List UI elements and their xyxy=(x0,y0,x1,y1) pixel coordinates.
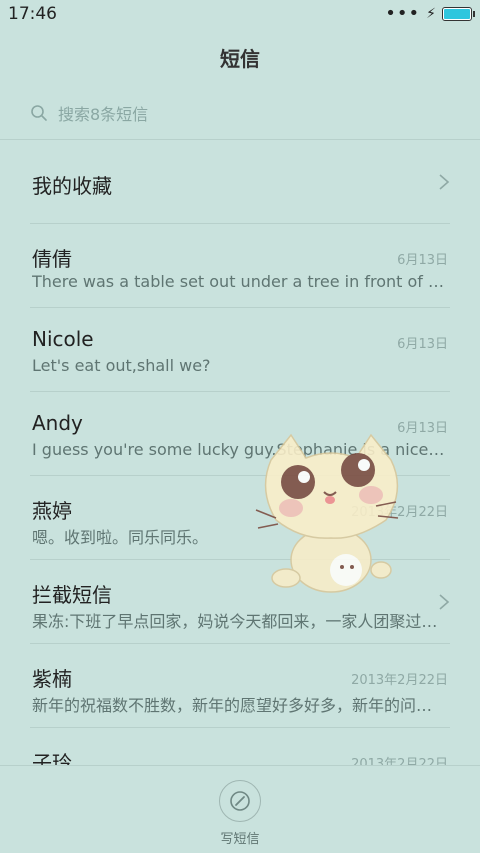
message-preview: Let's eat out,shall we? xyxy=(32,356,211,375)
message-preview: 新年的祝福数不胜数，新年的愿望好多好多，新年的问候… xyxy=(32,696,447,715)
compose-button[interactable] xyxy=(219,780,261,822)
contact-name: 倩倩 xyxy=(32,247,72,271)
favorites-label: 我的收藏 xyxy=(32,174,112,198)
contact-name: 拦截短信 xyxy=(32,583,112,607)
status-time: 17:46 xyxy=(8,4,57,24)
compose-label: 写短信 xyxy=(220,832,260,847)
message-date: 6月13日 xyxy=(397,253,448,268)
page-title: 短信 xyxy=(220,47,260,71)
signal-dots-icon: ••• xyxy=(385,3,421,24)
list-item[interactable]: Nicole 6月13日 Let's eat out,shall we? xyxy=(30,308,450,392)
contact-name: 紫楠 xyxy=(32,667,72,691)
chevron-right-icon xyxy=(439,594,450,610)
battery-icon xyxy=(442,7,475,21)
status-icons: ••• ⚡ xyxy=(385,3,475,24)
search-bar[interactable]: 搜索8条短信 xyxy=(30,100,148,126)
contact-name: 燕婷 xyxy=(32,499,72,523)
compose-icon xyxy=(230,791,250,811)
contact-name: Nicole xyxy=(32,327,94,351)
chevron-right-icon xyxy=(439,174,450,190)
message-preview: 果冻:下班了早点回家，妈说今天都回来，一家人团聚过… xyxy=(32,612,438,631)
message-date: 2013年2月22日 xyxy=(351,673,448,688)
bottom-bar: 写短信 xyxy=(0,765,480,853)
contact-name: Andy xyxy=(32,411,83,435)
search-icon xyxy=(31,105,47,121)
favorites-row[interactable]: 我的收藏 xyxy=(30,140,450,224)
status-bar: 17:46 ••• ⚡ xyxy=(0,0,480,28)
list-item[interactable]: 紫楠 2013年2月22日 新年的祝福数不胜数，新年的愿望好多好多，新年的问候… xyxy=(30,644,450,728)
search-placeholder: 搜索8条短信 xyxy=(58,105,149,124)
cat-sticker-image xyxy=(255,433,399,593)
message-date: 6月13日 xyxy=(397,337,448,352)
message-preview: There was a table set out under a tree i… xyxy=(32,272,447,291)
charging-icon: ⚡ xyxy=(426,6,436,22)
list-item[interactable]: 倩倩 6月13日 There was a table set out under… xyxy=(30,224,450,308)
